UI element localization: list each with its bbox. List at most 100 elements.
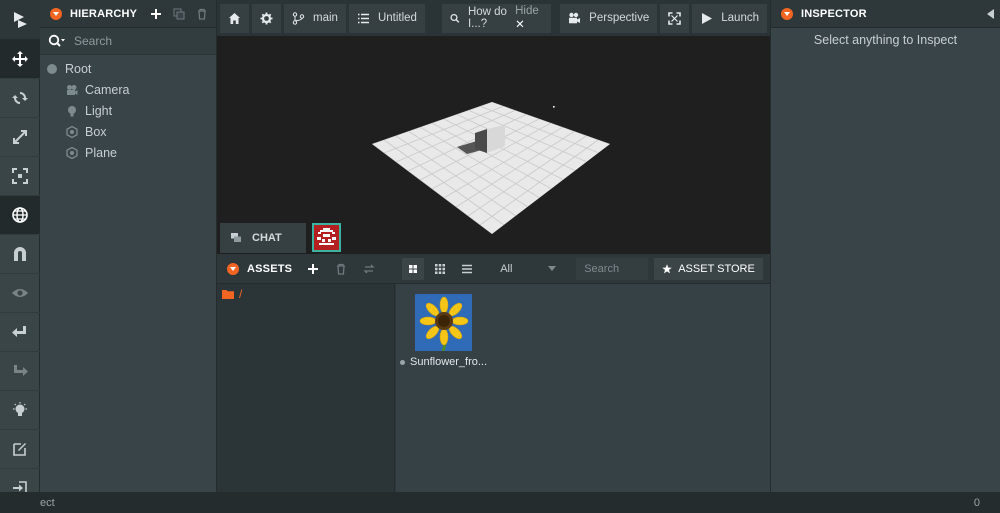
list-view-button[interactable] [456, 258, 478, 280]
inspector-empty-message: Select anything to Inspect [813, 33, 958, 47]
undo-icon[interactable] [0, 313, 40, 352]
help-search[interactable]: How do I...? Hide ✕ [441, 3, 552, 33]
settings-button[interactable] [252, 3, 281, 33]
chat-label: CHAT [252, 232, 282, 244]
hierarchy-tree: Root Camera Light Box Plane [40, 55, 216, 163]
folder-root[interactable]: / [217, 284, 394, 304]
fullscreen-button[interactable] [660, 3, 690, 33]
snap-magnet-icon[interactable] [0, 235, 40, 274]
star-icon [662, 263, 673, 273]
small-grid-view-button[interactable] [429, 258, 451, 280]
assets-title: ASSETS [247, 262, 293, 275]
scene-render [372, 102, 610, 234]
scale-tool-icon[interactable] [0, 118, 40, 157]
model-icon [66, 125, 78, 138]
chat-tab[interactable]: CHAT [220, 223, 306, 253]
asset-name: Sunflower_fro... [400, 356, 488, 368]
tree-item-root[interactable]: Root [40, 58, 216, 79]
edit-icon[interactable] [0, 430, 40, 469]
collapse-caret-icon[interactable] [50, 7, 62, 20]
folder-tree: / [217, 284, 395, 492]
collapse-caret-icon[interactable] [781, 7, 793, 20]
list-icon [357, 13, 369, 23]
status-message: ect [40, 496, 55, 509]
search-icon [48, 34, 65, 47]
tree-item-camera[interactable]: Camera [40, 79, 216, 100]
asset-thumbnail [415, 294, 472, 352]
trash-icon [197, 8, 206, 20]
delete-asset-button[interactable] [330, 258, 352, 280]
asset-store-button[interactable]: ASSET STORE [654, 257, 763, 280]
hierarchy-title: HIERARCHY [70, 7, 138, 20]
collapse-panel-icon[interactable] [987, 8, 994, 19]
filter-value: All [500, 262, 513, 275]
tree-item-label: Light [85, 103, 113, 118]
grid-large-icon [409, 264, 418, 273]
asset-tile[interactable]: Sunflower_fro... [400, 294, 488, 368]
app-logo-icon[interactable] [0, 0, 40, 40]
launch-button[interactable]: Launch [692, 3, 767, 33]
help-search-input[interactable]: How do I...? [468, 6, 515, 30]
launch-label: Launch [721, 12, 759, 24]
tree-item-plane[interactable]: Plane [40, 142, 216, 163]
hierarchy-panel: HIERARCHY Search Root Camera Light Box P… [40, 0, 217, 492]
branch-label: main [313, 12, 338, 24]
chevron-down-icon [548, 266, 557, 271]
hide-label: Hide [515, 5, 539, 17]
user-avatar[interactable] [312, 223, 341, 252]
project-button[interactable]: Untitled [348, 3, 425, 33]
plus-icon [308, 263, 319, 274]
sunflower-image [415, 294, 472, 352]
tree-item-label: Root [65, 61, 92, 76]
hide-help-button[interactable]: Hide ✕ [515, 5, 543, 31]
plus-icon [150, 8, 161, 19]
collapse-caret-icon[interactable] [227, 262, 239, 275]
perspective-label: Perspective [589, 12, 650, 24]
redo-icon[interactable] [0, 352, 40, 391]
add-asset-button[interactable] [302, 258, 324, 280]
project-label: Untitled [377, 12, 417, 24]
rotate-tool-icon[interactable] [0, 79, 40, 118]
tree-item-light[interactable]: Light [40, 100, 216, 121]
scene-viewport[interactable]: CHAT [217, 36, 770, 254]
inspector-panel: INSPECTOR Select anything to Inspect [770, 0, 1000, 492]
asset-files-grid: Sunflower_fro... [396, 284, 770, 492]
inspector-header: INSPECTOR [771, 0, 1000, 28]
assets-panel: ASSETS All Search ASSET STORE / Sunflowe… [217, 254, 770, 492]
distant-light-dot [553, 106, 555, 108]
close-icon: ✕ [515, 19, 525, 31]
hierarchy-search[interactable]: Search [40, 28, 216, 55]
search-input[interactable]: Search [74, 34, 112, 48]
hierarchy-header: HIERARCHY [40, 0, 216, 28]
grid-small-icon [435, 263, 446, 274]
tree-item-box[interactable]: Box [40, 121, 216, 142]
duplicate-button[interactable] [170, 3, 187, 25]
duplicate-icon [173, 8, 185, 19]
list-icon [462, 264, 473, 273]
visibility-eye-icon[interactable] [0, 274, 40, 313]
lightbulb-icon[interactable] [0, 391, 40, 430]
perspective-button[interactable]: Perspective [560, 3, 658, 33]
home-button[interactable] [220, 3, 249, 33]
fullscreen-icon [668, 11, 682, 25]
tree-item-label: Plane [85, 145, 117, 160]
status-bar: ect 0 [0, 492, 1000, 513]
asset-search-input[interactable]: Search [576, 257, 649, 280]
resize-tool-icon[interactable] [0, 157, 40, 196]
status-count: 0 [973, 496, 980, 509]
large-grid-view-button[interactable] [402, 257, 425, 280]
tree-item-label: Camera [85, 82, 130, 97]
world-space-icon[interactable] [0, 196, 40, 235]
folder-icon [222, 290, 234, 299]
translate-tool-icon[interactable] [0, 40, 40, 79]
move-asset-button[interactable] [358, 258, 380, 280]
delete-button[interactable] [193, 3, 210, 25]
root-dot-icon [47, 63, 57, 74]
add-entity-button[interactable] [147, 3, 164, 25]
asset-type-filter[interactable]: All [494, 258, 562, 280]
branch-button[interactable]: main [284, 3, 346, 33]
chat-bubbles-icon [231, 233, 241, 242]
branch-icon [292, 11, 305, 25]
tree-item-label: Box [85, 124, 107, 139]
camera-icon [67, 84, 78, 95]
